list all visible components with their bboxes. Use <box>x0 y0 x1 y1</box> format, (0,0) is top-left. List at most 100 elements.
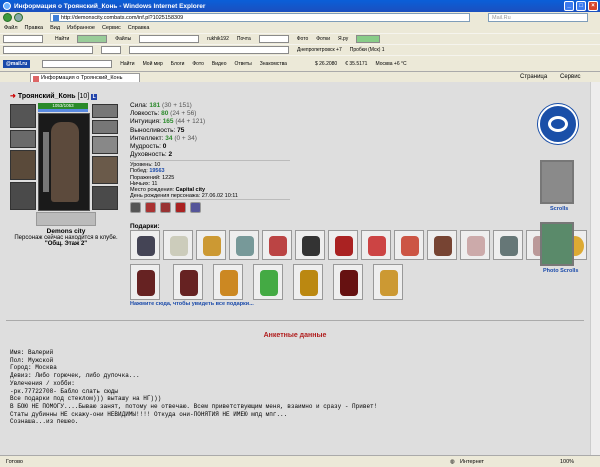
tab-active[interactable]: Информация о Троянский_Конь <box>30 73 140 82</box>
gift-item[interactable] <box>213 264 243 300</box>
menu-help[interactable]: Справка <box>128 25 150 31</box>
toolbar-photo[interactable]: Фото <box>297 36 309 42</box>
gloves-slot[interactable] <box>92 136 118 154</box>
all-gifts-link[interactable]: Нажмите сюда, чтобы увидеть все подарки.… <box>130 301 254 307</box>
menu-tools[interactable]: Сервис <box>102 25 121 31</box>
toolbar-field-2[interactable] <box>258 35 289 43</box>
status-text: Готово <box>6 458 23 465</box>
effect-icon[interactable] <box>175 202 186 213</box>
mailru-photo[interactable]: Фото <box>192 61 204 67</box>
gift-item[interactable] <box>328 230 358 260</box>
toolbar-files[interactable]: Файлы <box>115 36 131 42</box>
mana-bar <box>38 109 88 112</box>
effect-icon[interactable] <box>160 202 171 213</box>
gift-item[interactable] <box>173 264 203 300</box>
gift-item[interactable] <box>130 264 160 300</box>
weapon-slot[interactable] <box>10 150 36 180</box>
mailru-blogs[interactable]: Блоги <box>171 61 185 67</box>
city-logo <box>36 212 96 226</box>
gift-item[interactable] <box>394 230 424 260</box>
mailru-logo: @mail.ru <box>3 59 31 68</box>
gift-item[interactable] <box>427 230 457 260</box>
close-button[interactable]: × <box>588 1 598 11</box>
profile-text: Имя: Валерий Пол: Мужской Город: Москва Дев… <box>10 349 378 426</box>
menu-file[interactable]: Файл <box>4 25 18 31</box>
photo-scrolls-label[interactable]: Photo Scrolls <box>543 268 578 274</box>
zoom-level[interactable]: 100% <box>560 459 574 465</box>
gift-item[interactable] <box>295 230 325 260</box>
gift-item[interactable] <box>229 230 259 260</box>
weather-dnepr[interactable]: Днепропетровск +7 <box>297 47 342 53</box>
weather-moscow[interactable]: Москва +6 °С <box>375 61 406 67</box>
toolbar-green-box[interactable] <box>356 35 381 43</box>
gift-item[interactable] <box>130 230 160 260</box>
traffic-info[interactable]: Пробки (Мск) 1 <box>350 47 385 53</box>
gift-item[interactable] <box>460 230 490 260</box>
toolbar-find[interactable]: Найти <box>55 36 69 42</box>
mailru-video[interactable]: Видео <box>212 61 227 67</box>
clan-logo[interactable] <box>538 104 578 144</box>
stat-row: Интуиция: 165 (44 + 121) <box>130 118 206 126</box>
meta-list: Уровень: 10 Побед: 19563 Поражений: 1225… <box>130 162 238 200</box>
ring-slot-2[interactable] <box>92 120 118 134</box>
effect-icon[interactable] <box>145 202 156 213</box>
mailru-mymir[interactable]: Мой мир <box>143 61 163 67</box>
helmet-slot[interactable] <box>10 104 36 128</box>
armor-slot[interactable] <box>10 182 36 210</box>
mailru-answers[interactable]: Ответы <box>234 61 251 67</box>
scrolls-label[interactable]: Scrolls <box>550 206 568 212</box>
bracers-slot[interactable] <box>10 130 36 148</box>
gift-item[interactable] <box>493 230 523 260</box>
vertical-scrollbar[interactable] <box>590 82 600 455</box>
effect-icon[interactable] <box>190 202 201 213</box>
toolbar-address-combo[interactable] <box>3 46 93 54</box>
mailru-dating[interactable]: Знакомства <box>260 61 287 67</box>
gift-item[interactable] <box>196 230 226 260</box>
mailru-toolbar: @mail.ru Найти Мой мир Блоги Фото Видео … <box>0 55 600 71</box>
gift-item[interactable] <box>361 230 391 260</box>
url-input[interactable]: http://demonscity.combats.com/inf.pl?102… <box>50 13 470 22</box>
page-menu[interactable]: Страница <box>520 74 547 80</box>
character-name: ➜ Троянский_Конь [10] L <box>10 93 98 100</box>
gift-item[interactable] <box>373 264 403 300</box>
window-titlebar: Информация о Троянский_Конь - Windows In… <box>0 0 600 12</box>
toolbar-yaru[interactable]: Я.ру <box>338 36 348 42</box>
menu-bar: Файл Правка Вид Избранное Сервис Справка <box>0 23 600 33</box>
toolbar-search-box[interactable] <box>3 35 43 43</box>
gift-item[interactable] <box>163 230 193 260</box>
toolbar-user[interactable]: rukhik192 <box>207 36 229 42</box>
effect-icon[interactable] <box>130 202 141 213</box>
gift-item[interactable] <box>253 264 283 300</box>
stat-row: Выносливость: 75 <box>130 126 185 134</box>
gift-item[interactable] <box>262 230 292 260</box>
toolbar-green-field[interactable] <box>77 35 108 43</box>
gift-item[interactable] <box>293 264 323 300</box>
photo-scrolls-banner[interactable] <box>540 222 574 266</box>
back-icon[interactable] <box>3 13 12 22</box>
toolbar-small-box[interactable] <box>101 46 121 54</box>
toolbar-fotki[interactable]: Фотки <box>316 36 330 42</box>
search-input[interactable]: Mail.Ru <box>488 13 588 22</box>
menu-view[interactable]: Вид <box>50 25 60 31</box>
toolbar-mail[interactable]: Почта <box>237 36 251 42</box>
tools-menu[interactable]: Сервис <box>560 74 581 80</box>
character-portrait <box>38 113 90 211</box>
menu-edit[interactable]: Правка <box>25 25 44 31</box>
shield-slot[interactable] <box>92 156 118 184</box>
mailru-search[interactable] <box>42 59 113 68</box>
effects-row <box>130 202 201 213</box>
boots-slot[interactable] <box>92 186 118 210</box>
maximize-button[interactable]: □ <box>576 1 586 11</box>
menu-favorites[interactable]: Избранное <box>67 25 95 31</box>
mailru-find[interactable]: Найти <box>120 61 134 67</box>
minimize-button[interactable]: _ <box>564 1 574 11</box>
tab-bar: Информация о Троянский_Конь Страница Сер… <box>0 71 600 82</box>
forward-icon[interactable] <box>14 13 23 22</box>
gifts-label: Подарки: <box>130 223 160 230</box>
zone-globe-icon: ◍ <box>450 458 455 465</box>
scrolls-banner[interactable] <box>540 160 574 204</box>
gift-item[interactable] <box>333 264 363 300</box>
toolbar-combo[interactable] <box>139 35 200 43</box>
toolbar-wide-combo[interactable] <box>129 46 289 54</box>
ring-slot-1[interactable] <box>92 104 118 118</box>
